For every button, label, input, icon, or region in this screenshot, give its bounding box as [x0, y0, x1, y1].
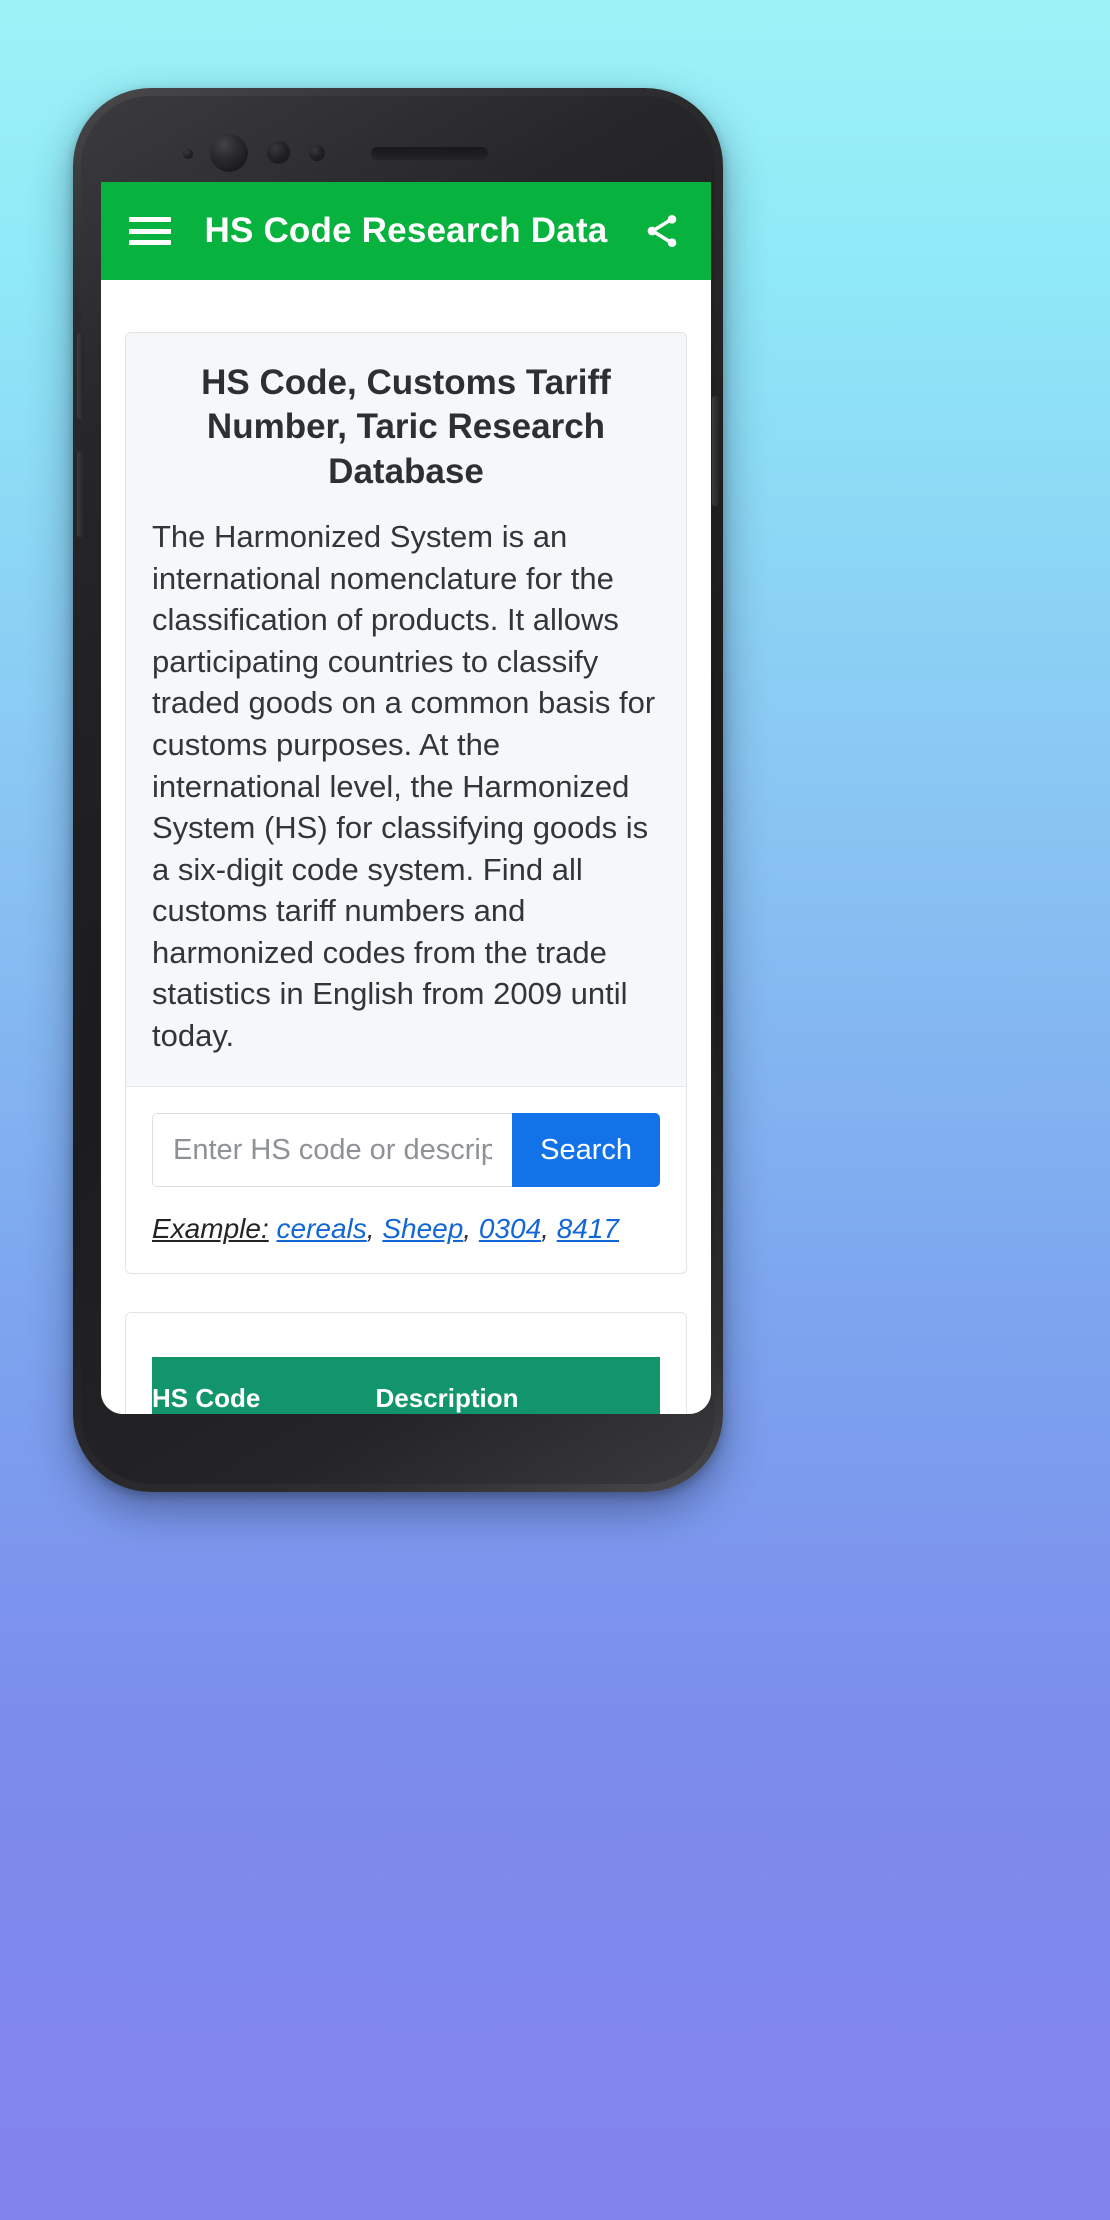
search-section: Search Example: cereals, Sheep, 0304, 84… — [126, 1087, 686, 1274]
earpiece-speaker — [371, 147, 488, 160]
example-line: Example: cereals, Sheep, 0304, 8417 — [152, 1213, 660, 1245]
power-button[interactable] — [712, 396, 719, 506]
page-title: HS Code Research Data — [204, 211, 608, 250]
example-link-0304[interactable]: 0304 — [479, 1213, 541, 1244]
example-label: Example: — [152, 1213, 269, 1245]
search-button[interactable]: Search — [512, 1113, 660, 1188]
info-card-title: HS Code, Customs Tariff Number, Taric Re… — [201, 363, 611, 491]
example-link-sheep[interactable]: Sheep — [382, 1213, 463, 1244]
page-content: HS Code, Customs Tariff Number, Taric Re… — [101, 280, 711, 1414]
light-sensor-icon — [309, 145, 325, 161]
phone-bottom-bezel — [81, 1398, 715, 1484]
example-link-cereals[interactable]: cereals — [277, 1213, 367, 1244]
info-card-body: HS Code, Customs Tariff Number, Taric Re… — [126, 333, 686, 1088]
app-bar: HS Code Research Data — [101, 182, 711, 280]
search-row: Search — [152, 1113, 660, 1188]
search-input[interactable] — [152, 1113, 513, 1188]
phone-frame: HS Code Research Data HS Code, Customs T… — [73, 88, 723, 1492]
example-links: cereals, Sheep, 0304, 8417 — [276, 1213, 620, 1245]
hamburger-menu-icon[interactable] — [127, 211, 173, 251]
info-card: HS Code, Customs Tariff Number, Taric Re… — [125, 332, 687, 1275]
front-camera-icon — [210, 134, 248, 172]
sensor-dot-icon — [183, 149, 193, 159]
proximity-sensor-icon — [267, 141, 290, 164]
phone-screen: HS Code Research Data HS Code, Customs T… — [101, 182, 711, 1414]
volume-up-button[interactable] — [77, 333, 84, 419]
info-card-paragraph: The Harmonized System is an internationa… — [152, 519, 656, 1053]
phone-bezel: HS Code Research Data HS Code, Customs T… — [77, 96, 719, 1484]
volume-down-button[interactable] — [77, 451, 84, 537]
share-icon[interactable] — [639, 208, 685, 254]
example-link-8417[interactable]: 8417 — [557, 1213, 619, 1244]
